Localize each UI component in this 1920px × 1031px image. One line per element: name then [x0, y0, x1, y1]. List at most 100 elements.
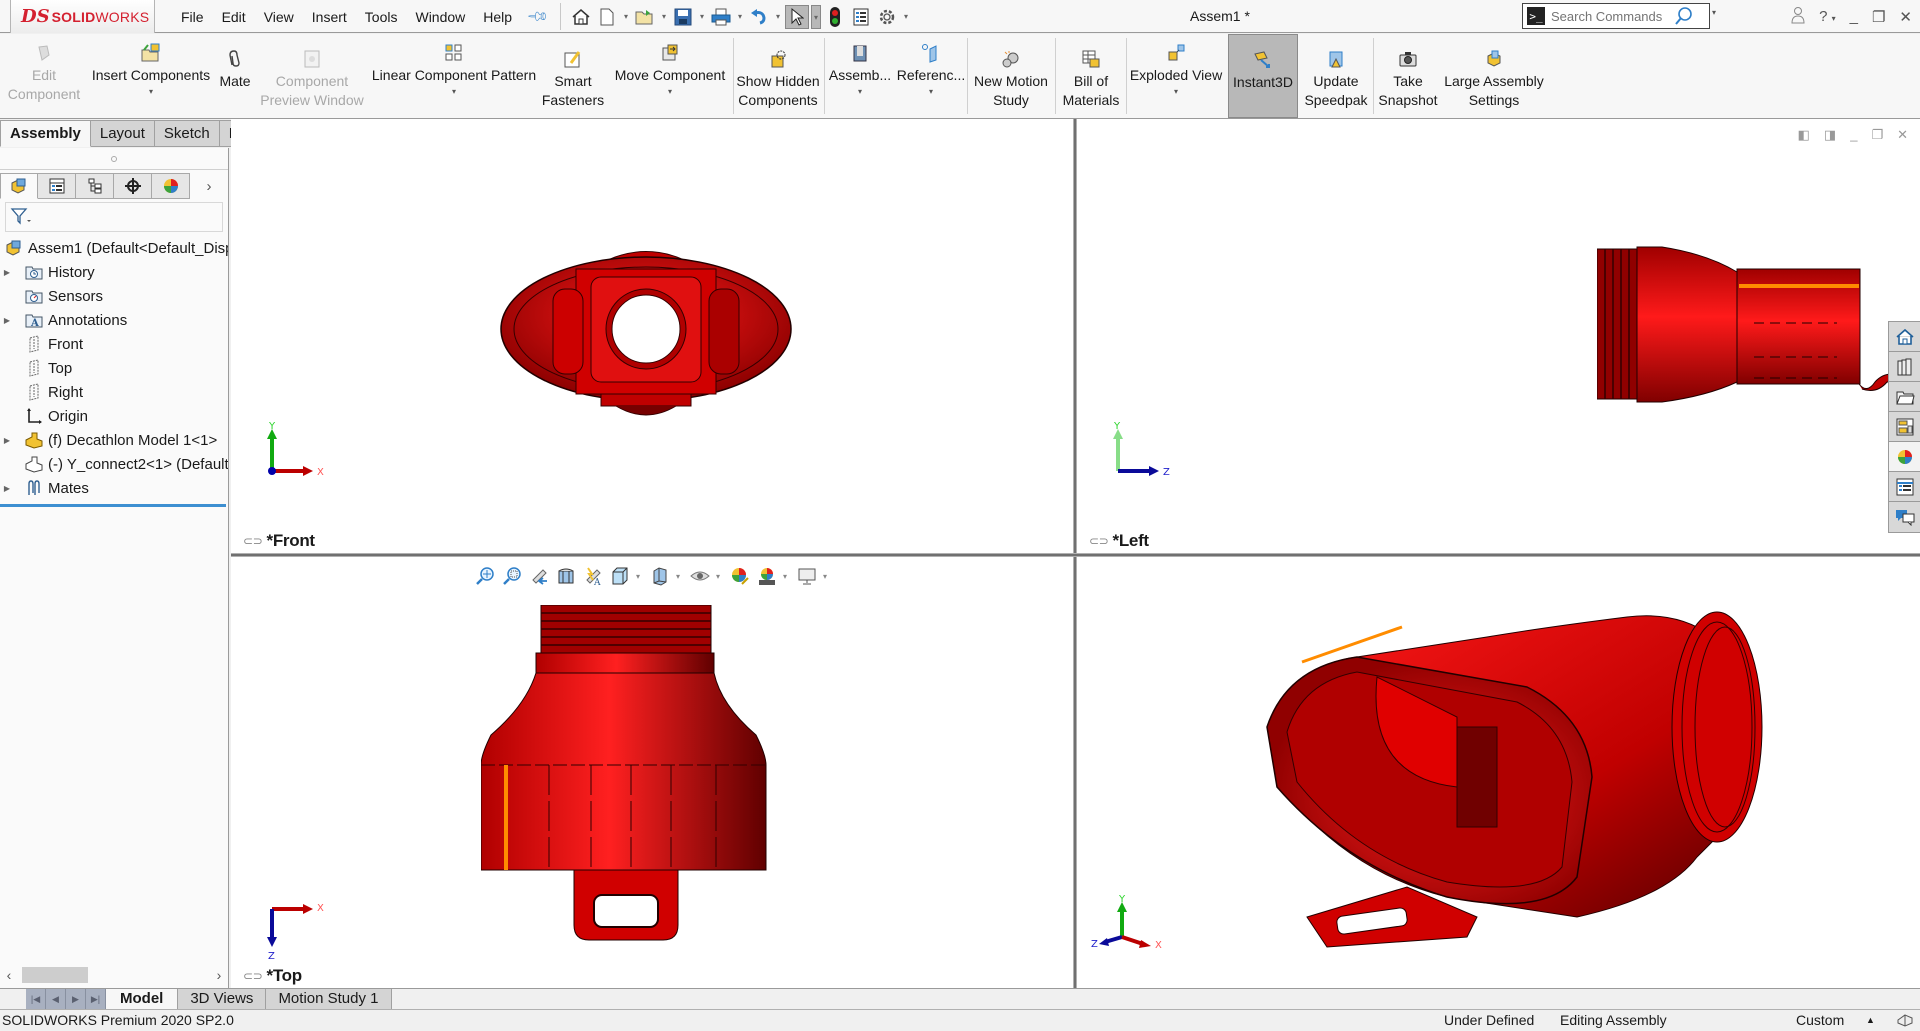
dropdown-caret-icon[interactable]: ▾	[929, 87, 933, 97]
filter-icon[interactable]	[10, 207, 32, 228]
link-views-icon[interactable]: ⊂⊃	[243, 534, 263, 548]
search-dropdown-icon[interactable]: ▾	[1712, 8, 1716, 17]
rollback-bar[interactable]	[0, 504, 226, 507]
unit-system[interactable]: Custom	[1796, 1012, 1844, 1028]
view-settings-icon[interactable]	[796, 565, 818, 587]
expand-arrow-icon[interactable]: ▶	[0, 436, 14, 445]
tab-layout[interactable]: Layout	[90, 120, 155, 147]
viewport-isometric[interactable]: Y Z X	[1077, 557, 1920, 988]
dynamic-annotation-icon[interactable]: A	[582, 565, 604, 587]
quick-tips-icon[interactable]	[1896, 1012, 1914, 1031]
hide-show-items-icon[interactable]	[689, 565, 711, 587]
mate-button[interactable]: Mate	[214, 34, 256, 118]
expand-arrow-icon[interactable]: ▶	[0, 316, 14, 325]
model-isometric-view[interactable]	[1247, 597, 1777, 977]
dropdown-caret-icon[interactable]: ▾	[452, 87, 456, 97]
edit-component-button[interactable]: Edit Component	[2, 34, 86, 118]
viewport-horizontal-splitter[interactable]	[231, 553, 1920, 557]
smart-fasteners-button[interactable]: Smart Fasteners	[540, 34, 606, 118]
solidworks-logo[interactable]: DS SOLIDWORKS	[10, 0, 155, 33]
apply-scene-dropdown-icon[interactable]: ▾	[783, 572, 791, 581]
zoom-to-area-icon[interactable]	[501, 565, 523, 587]
print-icon[interactable]	[709, 5, 733, 29]
search-icon[interactable]	[1673, 6, 1693, 29]
bill-of-materials-button[interactable]: Bill of Materials	[1057, 34, 1125, 118]
model-left-view[interactable]	[1597, 244, 1920, 414]
previous-tab-icon[interactable]: ◀	[46, 989, 66, 1009]
tree-item-front-plane[interactable]: Front	[0, 332, 228, 356]
view-palette-icon[interactable]	[1889, 412, 1920, 442]
display-manager-icon[interactable]	[152, 173, 191, 199]
tab-motion-study-1[interactable]: Motion Study 1	[266, 989, 392, 1009]
reference-geometry-button[interactable]: Referenc... ▾	[896, 34, 966, 118]
tree-filter[interactable]	[5, 202, 223, 232]
linear-component-pattern-button[interactable]: Linear Component Pattern ▾	[368, 34, 540, 118]
assembly-features-button[interactable]: Assemb... ▾	[826, 34, 894, 118]
select-icon[interactable]	[785, 4, 809, 29]
dropdown-caret-icon[interactable]: ▾	[858, 87, 862, 97]
link-views-icon[interactable]: ⊂⊃	[243, 969, 263, 983]
tree-item-mates[interactable]: ▶ Mates	[0, 476, 228, 500]
home-icon[interactable]	[569, 5, 593, 29]
dimxpert-icon[interactable]	[114, 173, 153, 199]
tab-model[interactable]: Model	[106, 989, 179, 1009]
tab-assembly[interactable]: Assembly	[0, 120, 91, 147]
scroll-thumb[interactable]	[22, 967, 88, 983]
new-motion-study-button[interactable]: New Motion Study	[969, 34, 1053, 118]
menu-edit[interactable]: Edit	[213, 9, 255, 25]
zoom-to-fit-icon[interactable]	[474, 565, 496, 587]
exploded-view-button[interactable]: Exploded View ▾	[1128, 34, 1224, 118]
pin-icon[interactable]: 📌︎	[526, 4, 550, 29]
last-tab-icon[interactable]: ▶|	[86, 989, 106, 1009]
propertymanager-icon[interactable]	[38, 173, 77, 199]
tree-item-y-connect2[interactable]: (-) Y_connect2<1> (Default<<Default>_Dis…	[0, 452, 228, 476]
user-icon[interactable]	[1791, 6, 1805, 28]
show-hidden-components-button[interactable]: Show Hidden Components	[735, 34, 821, 118]
dropdown-caret-icon[interactable]: ▾	[1174, 87, 1178, 97]
model-top-view[interactable]	[481, 605, 781, 945]
previous-viewport-icon[interactable]: ◧	[1798, 127, 1810, 143]
display-style-icon[interactable]	[649, 565, 671, 587]
featuremanager-icon[interactable]	[0, 173, 39, 199]
solidworks-resources-icon[interactable]	[1889, 322, 1920, 352]
model-front-view[interactable]	[481, 229, 811, 429]
options-icon[interactable]	[875, 5, 899, 29]
undo-icon[interactable]	[747, 5, 771, 29]
tree-item-origin[interactable]: Origin	[0, 404, 228, 428]
forum-icon[interactable]	[1889, 502, 1920, 532]
print-dropdown-icon[interactable]: ▾	[735, 12, 745, 21]
help-icon[interactable]: ? ▾	[1819, 8, 1836, 25]
apply-scene-icon[interactable]	[756, 565, 778, 587]
first-tab-icon[interactable]: |◀	[26, 989, 46, 1009]
dropdown-caret-icon[interactable]: ▾	[149, 87, 153, 97]
tree-item-annotations[interactable]: ▶ A Annotations	[0, 308, 228, 332]
open-icon[interactable]	[633, 5, 657, 29]
next-tab-icon[interactable]: ▶	[66, 989, 86, 1009]
search-commands[interactable]: >_	[1522, 3, 1710, 29]
editing-mode[interactable]: Editing Assembly	[1560, 1012, 1667, 1028]
expand-arrow-icon[interactable]: ▶	[0, 268, 14, 277]
select-dropdown-icon[interactable]: ▾	[811, 4, 821, 29]
move-component-button[interactable]: Move Component ▾	[608, 34, 732, 118]
viewport-front[interactable]: Y X ⊂⊃ *Front	[231, 119, 1073, 553]
new-dropdown-icon[interactable]: ▾	[621, 12, 631, 21]
viewport-left[interactable]: ◧ ◨ _ ❐ ✕ Y Z ⊂⊃ *Left	[1077, 119, 1920, 553]
view-orientation-dropdown-icon[interactable]: ▾	[636, 572, 644, 581]
menu-insert[interactable]: Insert	[303, 9, 356, 25]
menu-tools[interactable]: Tools	[356, 9, 407, 25]
file-properties-icon[interactable]	[849, 5, 873, 29]
update-speedpak-button[interactable]: Update Speedpak	[1300, 34, 1372, 118]
view-settings-dropdown-icon[interactable]: ▾	[823, 572, 831, 581]
menu-window[interactable]: Window	[406, 9, 474, 25]
rebuild-icon[interactable]	[823, 5, 847, 29]
new-document-icon[interactable]	[595, 5, 619, 29]
tab-3d-views[interactable]: 3D Views	[178, 989, 267, 1009]
tree-item-history[interactable]: ▶ History	[0, 260, 228, 284]
panel-tabs-more-icon[interactable]: ›	[190, 173, 228, 199]
insert-components-button[interactable]: Insert Components ▾	[88, 34, 214, 118]
take-snapshot-button[interactable]: Take Snapshot	[1375, 34, 1441, 118]
design-library-icon[interactable]	[1889, 352, 1920, 382]
tab-sketch[interactable]: Sketch	[154, 120, 220, 147]
next-viewport-icon[interactable]: ◨	[1824, 127, 1836, 143]
viewport-restore-icon[interactable]: ❐	[1871, 127, 1883, 143]
